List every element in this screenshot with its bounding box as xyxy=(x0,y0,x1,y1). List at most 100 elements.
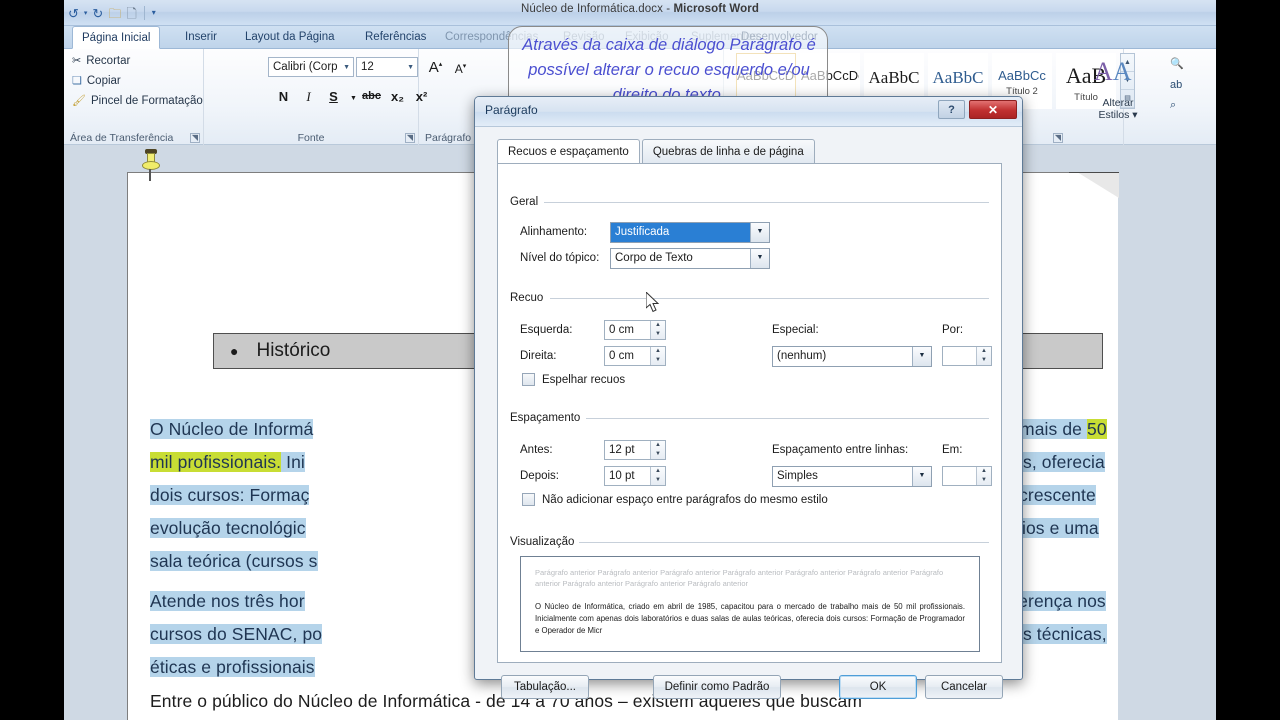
tab-referencias[interactable]: Referências xyxy=(356,26,435,49)
font-size-input[interactable]: 12 ▼ xyxy=(356,57,418,77)
close-icon[interactable]: ✕ xyxy=(969,100,1017,119)
nivel-topico-chevron-down-icon[interactable]: ▼ xyxy=(750,249,769,268)
antes-spin-buttons[interactable]: ▲ ▼ xyxy=(650,441,665,459)
especial-value: (nenhum) xyxy=(777,350,827,362)
copy-icon: ❏ xyxy=(72,74,82,87)
dialog-tab-row[interactable]: Recuos e espaçamento Quebras de linha e … xyxy=(497,139,817,164)
font-dialog-launcher-icon[interactable]: ◥ xyxy=(405,133,415,143)
button-pincel-formatacao-label: Pincel de Formatação xyxy=(90,95,203,107)
recuo-esquerda-spin-buttons[interactable]: ▲ ▼ xyxy=(650,321,665,339)
paragraph-1-left[interactable]: O Núcleo de Informá mil profissionais. I… xyxy=(150,413,468,578)
dialog-tab-recuos-espacamento[interactable]: Recuos e espaçamento xyxy=(497,139,640,164)
recuo-direita-spin-buttons[interactable]: ▲ ▼ xyxy=(650,347,665,365)
dialog-tab-quebras[interactable]: Quebras de linha e de página xyxy=(641,139,815,164)
font-size-chevron-down-icon[interactable]: ▼ xyxy=(407,64,414,71)
label-especial: Especial: xyxy=(772,324,819,336)
definir-como-padrao-button[interactable]: Definir como Padrão xyxy=(653,675,781,699)
window-title-doc: Núcleo de Informática.docx xyxy=(520,3,663,15)
paragraph-preview: Parágrafo anterior Parágrafo anterior Pa… xyxy=(520,556,980,652)
tab-inserir[interactable]: Inserir xyxy=(176,26,226,49)
bold-button[interactable]: N xyxy=(274,87,293,106)
replace-icon[interactable]: ab xyxy=(1170,79,1182,91)
nivel-topico-select[interactable]: Corpo de Texto ▼ xyxy=(610,248,770,269)
p1-l2: Ini xyxy=(281,452,305,472)
por-spin-buttons[interactable]: ▲ ▼ xyxy=(976,347,991,365)
entre-linhas-select[interactable]: Simples ▼ xyxy=(772,466,932,487)
espelhar-recuos-checkbox[interactable] xyxy=(522,373,535,386)
font-family-chevron-down-icon[interactable]: ▼ xyxy=(343,64,350,71)
find-icon[interactable]: 🔍 xyxy=(1170,57,1184,70)
underline-button[interactable]: S xyxy=(324,87,343,106)
group-clipboard-label: Área de Transferência xyxy=(70,132,174,144)
recuo-esquerda-stepper[interactable]: 0 cm ▲ ▼ xyxy=(604,320,666,340)
group-editing: 🔍 ab ⌕ xyxy=(1164,49,1216,145)
especial-chevron-down-icon[interactable]: ▼ xyxy=(912,347,931,366)
label-espacamento-entre-linhas: Espaçamento entre linhas: xyxy=(772,444,909,456)
clipboard-dialog-launcher-icon[interactable]: ◥ xyxy=(190,133,200,143)
ok-button[interactable]: OK xyxy=(839,675,917,699)
cancelar-button[interactable]: Cancelar xyxy=(925,675,1003,699)
italic-button[interactable]: I xyxy=(299,87,318,106)
alinhamento-value: Justificada xyxy=(615,226,670,238)
depois-value: 10 pt xyxy=(609,470,635,482)
label-em: Em: xyxy=(942,444,963,456)
fieldset-recuo-label: Recuo xyxy=(510,292,549,304)
pushpin-icon xyxy=(141,149,161,181)
recuo-direita-stepper[interactable]: 0 cm ▲ ▼ xyxy=(604,346,666,366)
group-font: Calibri (Corp ▼ 12 ▼ A▴ A▾ N I S ▼ abc x… xyxy=(204,49,466,145)
button-copiar[interactable]: ❏ Copiar xyxy=(72,75,121,87)
depois-stepper[interactable]: 10 pt ▲ ▼ xyxy=(604,466,666,486)
tabulacao-button[interactable]: Tabulação... xyxy=(501,675,589,699)
paragraph-2-left[interactable]: Atende nos três hor cursos do SENAC, po … xyxy=(150,585,468,684)
depois-spin-buttons[interactable]: ▲ ▼ xyxy=(650,467,665,485)
window-title: Núcleo de Informática.docx - Microsoft W… xyxy=(64,3,1216,15)
fieldset-espacamento-rule xyxy=(586,418,989,419)
recuo-direita-value: 0 cm xyxy=(609,350,634,362)
select-icon[interactable]: ⌕ xyxy=(1170,99,1176,112)
strikethrough-button[interactable]: abc xyxy=(362,87,381,106)
nao-adicionar-espaco-checkbox[interactable] xyxy=(522,493,535,506)
especial-select[interactable]: (nenhum) ▼ xyxy=(772,346,932,367)
p1-l5: sala teórica (cursos s xyxy=(150,551,318,571)
heading-text: Histórico xyxy=(256,340,331,361)
dialog-title-bar: Parágrafo ? ✕ xyxy=(475,97,1022,127)
underline-chevron-down-icon[interactable]: ▼ xyxy=(344,89,363,108)
paragraph-dialog[interactable]: Parágrafo ? ✕ Recuos e espaçamento Quebr… xyxy=(474,96,1023,699)
entre-linhas-value: Simples xyxy=(777,470,818,482)
fieldset-visualizacao-rule xyxy=(574,542,989,543)
entre-linhas-chevron-down-icon[interactable]: ▼ xyxy=(912,467,931,486)
fieldset-visualizacao-label: Visualização xyxy=(510,536,580,548)
label-depois: Depois: xyxy=(520,470,559,482)
fieldset-recuo-rule xyxy=(550,298,989,299)
label-nivel-topico: Nível do tópico: xyxy=(520,252,600,264)
change-styles-button[interactable]: Alterar Estilos ▾ xyxy=(1086,97,1150,121)
subscript-button[interactable]: x₂ xyxy=(388,87,407,106)
alinhamento-select[interactable]: Justificada ▼ xyxy=(610,222,770,243)
change-styles-line2: Estilos ▾ xyxy=(1098,109,1138,121)
font-family-input[interactable]: Calibri (Corp ▼ xyxy=(268,57,354,77)
nivel-topico-value: Corpo de Texto xyxy=(615,252,693,264)
em-spin-buttons[interactable]: ▲ ▼ xyxy=(976,467,991,485)
page-fold-line xyxy=(1069,172,1119,206)
change-styles-line1: Alterar xyxy=(1102,97,1134,109)
fieldset-geral-rule xyxy=(544,202,989,203)
label-antes: Antes: xyxy=(520,444,553,456)
window-title-app: Microsoft Word xyxy=(673,3,759,15)
button-recortar[interactable]: ✂ Recortar xyxy=(72,55,130,67)
p1-l3: dois cursos: Formaç xyxy=(150,485,310,505)
help-icon[interactable]: ? xyxy=(938,100,965,119)
alinhamento-chevron-down-icon[interactable]: ▼ xyxy=(750,223,769,242)
por-stepper[interactable]: ▲ ▼ xyxy=(942,346,992,366)
em-stepper[interactable]: ▲ ▼ xyxy=(942,466,992,486)
styles-dialog-launcher-icon[interactable]: ◥ xyxy=(1053,133,1063,143)
dialog-body: Recuos e espaçamento Quebras de linha e … xyxy=(479,127,1020,699)
group-clipboard: ✂ Recortar ❏ Copiar 🖌 Pincel de Formataç… xyxy=(64,49,204,145)
tab-layout-da-pagina[interactable]: Layout da Página xyxy=(236,26,344,49)
letterbox-right xyxy=(1216,0,1280,720)
fieldset-espacamento-label: Espaçamento xyxy=(510,412,586,424)
button-pincel-formatacao[interactable]: 🖌 Pincel de Formatação xyxy=(72,95,203,107)
group-font-label: Fonte xyxy=(297,132,325,144)
tab-pagina-inicial[interactable]: Página Inicial xyxy=(72,26,161,49)
antes-value: 12 pt xyxy=(609,444,635,456)
antes-stepper[interactable]: 12 pt ▲ ▼ xyxy=(604,440,666,460)
